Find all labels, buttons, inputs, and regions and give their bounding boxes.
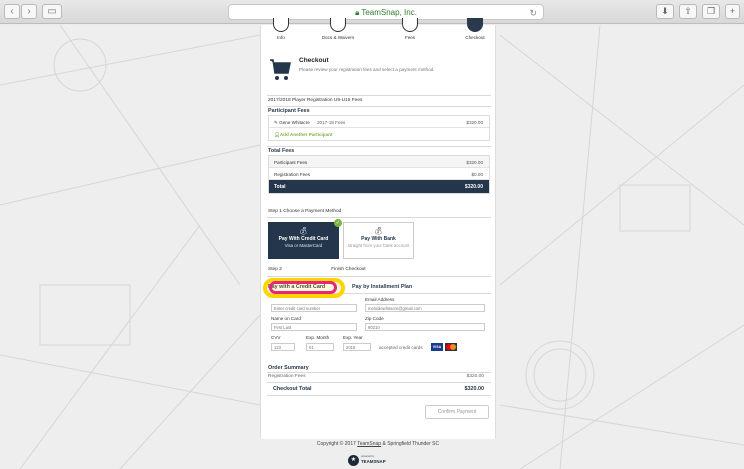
total-amount: $320.00 <box>464 183 483 190</box>
exp-month-label: Exp. Month <box>306 335 330 340</box>
sidebar-icon: ▭ <box>47 6 57 17</box>
step1-label: Step 1 Choose a Payment Method <box>268 209 342 214</box>
checkout-total-amount: $320.00 <box>464 386 485 392</box>
cvv-label: CVV <box>271 335 281 340</box>
card-number-input[interactable] <box>271 304 357 312</box>
table-row: Participant Fees $320.00 <box>269 156 489 168</box>
step-indicator-docs <box>330 18 346 32</box>
tab-installment-plan[interactable]: Pay by Installment Plan <box>352 284 412 290</box>
check-icon: ✓ <box>334 219 342 227</box>
exp-year-label: Exp. Year <box>343 335 363 340</box>
new-tab-button[interactable]: + <box>725 4 740 19</box>
accepted-cards-text: accepted credit cards <box>379 345 423 350</box>
participant-fees-heading: Participant Fees <box>268 108 310 114</box>
total-label: Total <box>274 183 286 190</box>
divider <box>267 217 491 218</box>
step-label-checkout: Checkout <box>465 35 485 40</box>
order-summary-heading: Order Summary <box>268 365 309 371</box>
divider <box>267 276 491 277</box>
confirm-payment-button[interactable]: Confirm Payment <box>425 405 489 419</box>
share-icon: ⇧ <box>684 6 692 16</box>
checkout-total-label: Checkout Total <box>273 386 312 392</box>
teamsnap-link[interactable]: TeamSnap <box>357 441 381 447</box>
checkout-title: Checkout <box>299 57 329 64</box>
edit-icon[interactable]: ✎ <box>274 120 278 125</box>
table-row: Registration Fees $0.00 <box>269 168 489 180</box>
step-indicator-info <box>273 18 289 32</box>
highlight-annotation-inner <box>269 281 337 294</box>
visa-logo-icon: VISA <box>431 343 443 351</box>
total-fees-table: Participant Fees $320.00 Registration Fe… <box>268 155 490 194</box>
total-row: Total $320.00 <box>269 180 489 193</box>
money-bag-icon: 💰︎ <box>299 228 308 235</box>
star-icon: ★ <box>348 455 359 466</box>
downloads-button[interactable]: ⬇ <box>656 4 674 19</box>
lock-icon: 🔒︎ <box>355 8 360 17</box>
url-text: TeamSnap, Inc. <box>361 8 417 17</box>
divider <box>267 395 491 396</box>
step2-label: Step 2 Finish Checkout <box>268 267 366 272</box>
step-indicator-checkout <box>467 18 483 32</box>
participant-fees-table: ✎ Gene Whitacre 2017-18 Fees $320.00 👤︎A… <box>268 115 490 141</box>
checkout-header: Checkout Please review your registration… <box>267 55 491 85</box>
divider <box>267 382 491 383</box>
name-on-card-input[interactable] <box>271 323 357 331</box>
total-fees-heading: Total Fees <box>268 148 295 154</box>
browser-toolbar: ‹ › ▭ 🔒︎ TeamSnap, Inc. ↻ ⬇ ⇧ ❐ + <box>0 0 744 24</box>
participant-name: ✎ Gene Whitacre <box>274 119 310 125</box>
footer: Copyright © 2017 TeamSnap & Springfield … <box>316 441 440 447</box>
add-participant-row[interactable]: 👤︎Add Another Participant <box>269 128 489 140</box>
download-icon: ⬇ <box>661 6 669 16</box>
participant-row: ✎ Gene Whitacre 2017-18 Fees $320.00 <box>269 116 489 128</box>
name-on-card-label: Name on Card <box>271 316 301 321</box>
exp-year-select[interactable] <box>343 343 371 351</box>
pay-with-credit-card-option[interactable]: 💰︎ Pay With Credit Card Visa or MasterCa… <box>268 219 342 259</box>
checkout-total-row: Checkout Total $320.00 <box>268 386 490 392</box>
step-indicator-fees <box>402 18 418 32</box>
back-button[interactable]: ‹ <box>4 4 20 19</box>
checkout-subtitle: Please review your registration fees and… <box>299 67 435 72</box>
reload-icon[interactable]: ↻ <box>529 6 537 21</box>
participant-fee-amount: $320.00 <box>466 119 483 125</box>
step-label-docs: Docs & Waivers <box>321 35 355 40</box>
teamsnap-logo: ★ powered by TEAMSNAP <box>348 455 388 466</box>
step-label-info: Info <box>277 35 285 40</box>
plus-icon: + <box>729 6 736 16</box>
cvv-input[interactable] <box>271 343 295 351</box>
divider <box>267 372 491 373</box>
step-label-fees: Fees <box>404 35 416 40</box>
zip-code-input[interactable] <box>365 323 485 331</box>
email-input[interactable] <box>365 304 485 312</box>
email-label: Email Address <box>365 297 395 302</box>
forward-button[interactable]: › <box>21 4 37 19</box>
chevron-right-icon: › <box>27 6 31 17</box>
checkout-card: Info Docs & Waivers Fees Checkout Checko… <box>260 18 496 439</box>
tabs-button[interactable]: ❐ <box>702 4 720 19</box>
mastercard-logo-icon <box>445 343 457 351</box>
share-button[interactable]: ⇧ <box>679 4 697 19</box>
add-participant-link[interactable]: Add Another Participant <box>280 132 333 137</box>
chevron-left-icon: ‹ <box>10 6 14 17</box>
sidebar-toggle-button[interactable]: ▭ <box>42 4 62 19</box>
program-title: 2017/2018 Player Registration U9-U15 Fee… <box>268 98 363 103</box>
progress-steps: Info Docs & Waivers Fees Checkout <box>261 18 495 47</box>
divider <box>267 106 491 107</box>
divider <box>267 95 491 96</box>
divider <box>267 146 491 147</box>
tabs-icon: ❐ <box>706 6 716 16</box>
zip-code-label: Zip Code <box>365 316 384 321</box>
money-bag-icon: 💰︎ <box>374 228 383 235</box>
shopping-cart-icon <box>270 59 291 80</box>
pay-with-bank-option[interactable]: 💰︎ Pay With Bank straight from your bank… <box>343 222 414 259</box>
exp-month-select[interactable] <box>306 343 334 351</box>
participant-fee-desc: 2017-18 Fees <box>317 119 346 125</box>
summary-row: Registration Fees $320.00 <box>268 374 484 379</box>
